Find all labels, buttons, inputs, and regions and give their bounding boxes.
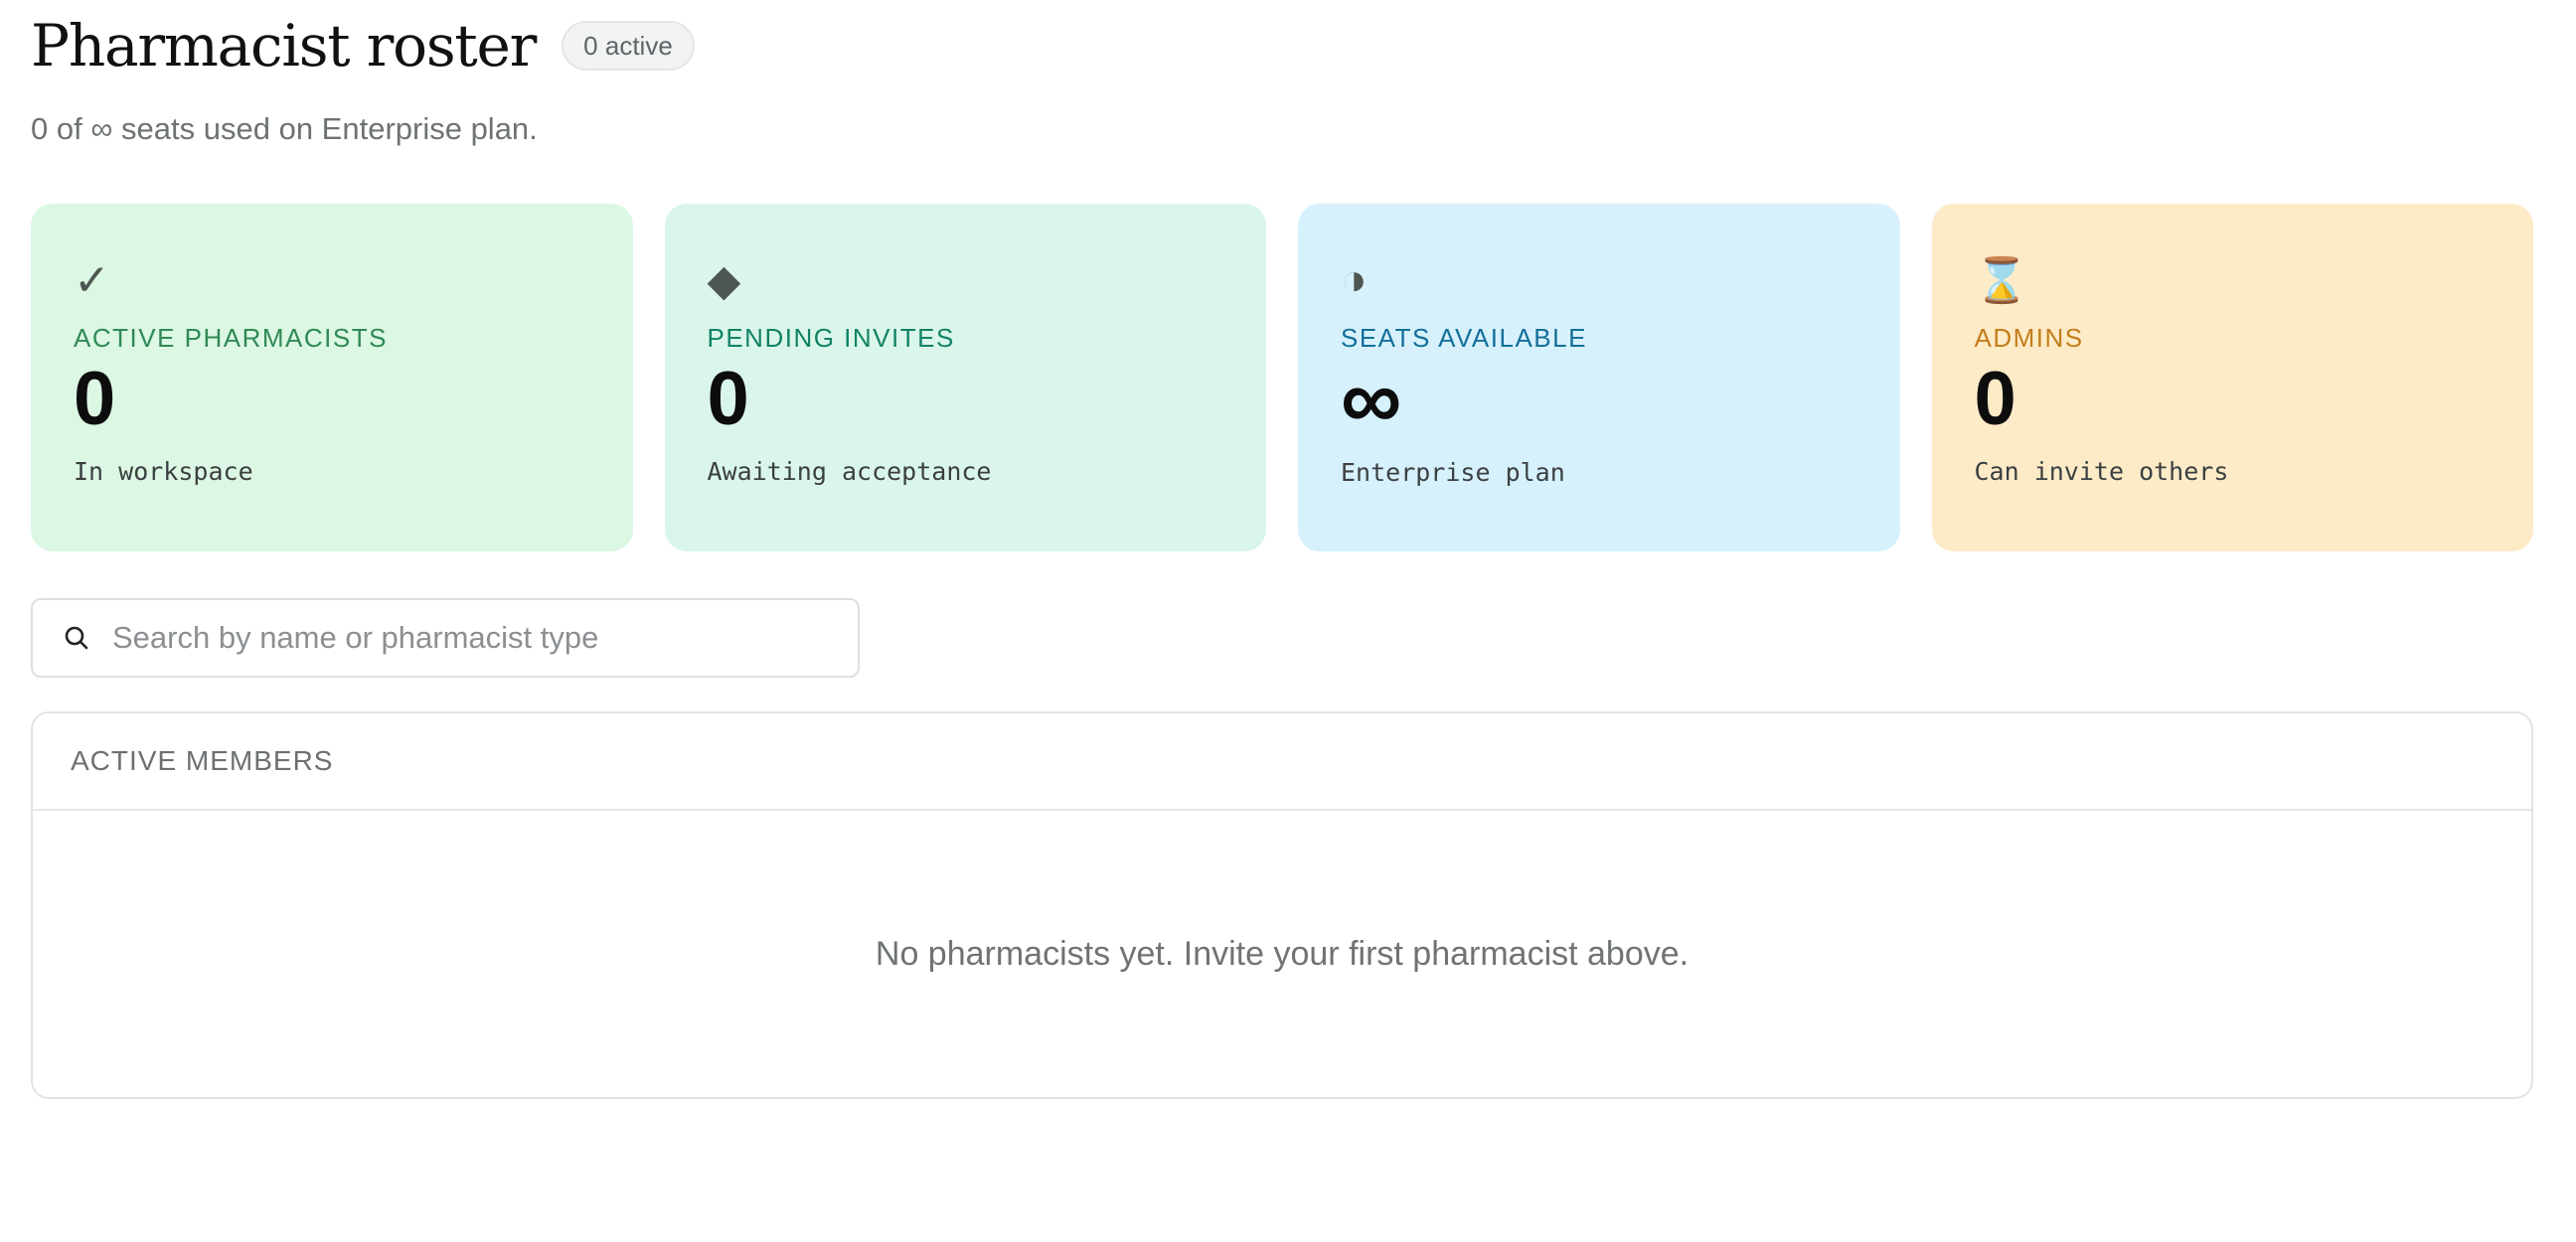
checkmark-icon: ✓ — [74, 255, 110, 305]
page-header: Pharmacist roster 0 active — [31, 0, 2533, 78]
stat-value: ∞ — [1341, 352, 1402, 447]
active-count-badge: 0 active — [562, 21, 695, 71]
search-input[interactable] — [110, 619, 810, 657]
stat-value: 0 — [707, 357, 749, 441]
stat-label: SEATS AVAILABLE — [1341, 323, 1587, 353]
stat-card-seats-available: ◑ SEATS AVAILABLE ∞ Enterprise plan — [1298, 204, 1900, 551]
stat-caption: Can invite others — [1974, 457, 2229, 486]
stat-caption: Awaiting acceptance — [707, 457, 992, 486]
search-box[interactable] — [31, 598, 860, 678]
stat-caption: Enterprise plan — [1341, 458, 1565, 488]
stat-card-active-pharmacists: ✓ ACTIVE PHARMACISTS 0 In workspace — [31, 204, 633, 551]
stat-label: PENDING INVITES — [707, 323, 955, 353]
seat-usage-subtitle: 0 of ∞ seats used on Enterprise plan. — [31, 111, 538, 146]
stat-cards: ✓ ACTIVE PHARMACISTS 0 In workspace ◆ PE… — [31, 204, 2533, 551]
empty-state-message: No pharmacists yet. Invite your first ph… — [875, 934, 1690, 973]
page-title: Pharmacist roster — [31, 12, 537, 79]
stat-card-pending-invites: ◆ PENDING INVITES 0 Awaiting acceptance — [664, 204, 1266, 551]
stat-label: ADMINS — [1974, 323, 2084, 353]
active-members-heading: ACTIVE MEMBERS — [33, 713, 2531, 811]
search-icon — [63, 624, 90, 652]
pharmacist-roster-page: Pharmacist roster 0 active 0 of ∞ seats … — [0, 0, 2576, 1242]
stat-value: 0 — [74, 357, 116, 441]
hourglass-icon: ⌛ — [1974, 256, 2029, 305]
stat-value: 0 — [1974, 357, 2016, 441]
stat-label: ACTIVE PHARMACISTS — [74, 323, 388, 353]
diamond-icon: ◆ — [707, 255, 741, 305]
stat-caption: In workspace — [74, 457, 253, 486]
active-members-panel: ACTIVE MEMBERS No pharmacists yet. Invit… — [31, 711, 2533, 1099]
half-circle-icon: ◑ — [1341, 255, 1368, 304]
stat-card-admins: ⌛ ADMINS 0 Can invite others — [1931, 204, 2533, 551]
